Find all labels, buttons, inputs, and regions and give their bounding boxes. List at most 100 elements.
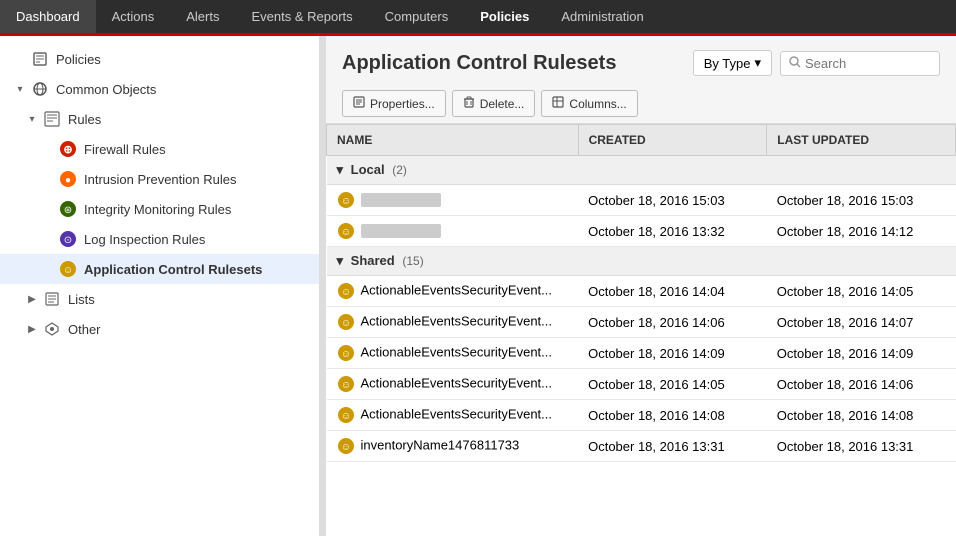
- properties-label: Properties...: [370, 97, 435, 111]
- sidebar-item-lists[interactable]: ▶ Lists: [0, 284, 319, 314]
- sidebar: Policies ▾ Common Objects ▾ Rules ⊕ Fire…: [0, 36, 320, 536]
- sidebar-other-label: Other: [68, 322, 101, 337]
- list-icon: [42, 289, 62, 309]
- table-row[interactable]: ☺inventoryName1476811733 October 18, 2016…: [327, 431, 956, 462]
- svg-text:☺: ☺: [340, 227, 350, 238]
- main-layout: Policies ▾ Common Objects ▾ Rules ⊕ Fire…: [0, 36, 956, 536]
- sidebar-item-common-objects[interactable]: ▾ Common Objects: [0, 74, 319, 104]
- nav-dashboard[interactable]: Dashboard: [0, 0, 96, 33]
- table-wrapper[interactable]: NAME CREATED LAST UPDATED ▾ Local (2) ☺ …: [326, 123, 956, 536]
- by-type-dropdown[interactable]: By Type ▾: [693, 50, 772, 76]
- fw-toggle-spacer: [40, 144, 56, 155]
- svg-text:☺: ☺: [340, 287, 350, 298]
- sidebar-firewall-label: Firewall Rules: [84, 142, 166, 157]
- content-area: Application Control Rulesets By Type ▾: [326, 36, 956, 536]
- nav-administration[interactable]: Administration: [545, 0, 659, 33]
- sidebar-item-rules[interactable]: ▾ Rules: [0, 104, 319, 134]
- cell-last-updated: October 18, 2016 13:31: [767, 431, 956, 462]
- col-name[interactable]: NAME: [327, 125, 579, 156]
- table-row[interactable]: ☺ActionableEventsSecurityEvent...October…: [327, 369, 956, 400]
- cell-created: October 18, 2016 14:05: [578, 369, 767, 400]
- rules-toggle[interactable]: ▾: [24, 114, 40, 125]
- sidebar-item-policies[interactable]: Policies: [0, 44, 319, 74]
- columns-button[interactable]: Columns...: [541, 90, 637, 117]
- cell-created: October 18, 2016 15:03: [578, 185, 767, 216]
- by-type-label: By Type: [704, 56, 751, 71]
- delete-button[interactable]: Delete...: [452, 90, 536, 117]
- log-icon: ⊙: [58, 229, 78, 249]
- ac-toggle-spacer: [40, 264, 56, 275]
- blurred-name: [361, 224, 441, 238]
- col-created[interactable]: CREATED: [578, 125, 767, 156]
- group-row[interactable]: ▾ Shared (15): [327, 247, 956, 276]
- row-name-text: ActionableEventsSecurityEvent...: [361, 344, 553, 359]
- cell-created: October 18, 2016 14:08: [578, 400, 767, 431]
- cell-created: October 18, 2016 14:09: [578, 338, 767, 369]
- cell-last-updated: October 18, 2016 14:12: [767, 216, 956, 247]
- group-name: Local: [351, 162, 385, 177]
- group-row[interactable]: ▾ Local (2): [327, 156, 956, 185]
- table-row[interactable]: ☺ActionableEventsSecurityEvent...October…: [327, 307, 956, 338]
- group-toggle[interactable]: ▾: [337, 253, 344, 268]
- common-objects-toggle[interactable]: ▾: [12, 84, 28, 95]
- sidebar-item-app-control[interactable]: ☺ Application Control Rulesets: [0, 254, 319, 284]
- sidebar-rules-label: Rules: [68, 112, 101, 127]
- sidebar-item-log-inspection[interactable]: ⊙ Log Inspection Rules: [0, 224, 319, 254]
- sidebar-log-label: Log Inspection Rules: [84, 232, 205, 247]
- table-row[interactable]: ☺ October 18, 2016 15:03October 18, 2016…: [327, 185, 956, 216]
- nav-actions[interactable]: Actions: [96, 0, 171, 33]
- cell-name: ☺ActionableEventsSecurityEvent...: [327, 307, 579, 338]
- table-row[interactable]: ☺ActionableEventsSecurityEvent...October…: [327, 338, 956, 369]
- firewall-icon: ⊕: [58, 139, 78, 159]
- row-icon: ☺: [337, 344, 361, 359]
- policy-icon: [30, 49, 50, 69]
- search-input[interactable]: [805, 56, 925, 71]
- lists-toggle[interactable]: ▶: [24, 294, 40, 305]
- svg-text:⊛: ⊛: [64, 205, 72, 216]
- cell-name: ☺ ActionableEventsSecurityEvent...: [327, 400, 579, 431]
- sidebar-item-firewall-rules[interactable]: ⊕ Firewall Rules: [0, 134, 319, 164]
- nav-computers[interactable]: Computers: [369, 0, 465, 33]
- properties-icon: [353, 96, 365, 111]
- sidebar-item-integrity-monitoring[interactable]: ⊛ Integrity Monitoring Rules: [0, 194, 319, 224]
- sidebar-lists-label: Lists: [68, 292, 95, 307]
- sidebar-item-intrusion-prevention[interactable]: ● Intrusion Prevention Rules: [0, 164, 319, 194]
- im-toggle-spacer: [40, 204, 56, 215]
- svg-text:☺: ☺: [63, 265, 73, 276]
- table-row[interactable]: ☺ October 18, 2016 13:32October 18, 2016…: [327, 216, 956, 247]
- delete-icon: [463, 96, 475, 111]
- row-name-text: ActionableEventsSecurityEvent...: [361, 406, 553, 421]
- li-toggle-spacer: [40, 234, 56, 245]
- svg-text:●: ●: [65, 175, 71, 186]
- ip-toggle-spacer: [40, 174, 56, 185]
- cell-created: October 18, 2016 13:31: [578, 431, 767, 462]
- nav-policies[interactable]: Policies: [464, 0, 545, 33]
- cell-name: ☺ActionableEventsSecurityEvent...: [327, 338, 579, 369]
- sidebar-item-other[interactable]: ▶ Other: [0, 314, 319, 344]
- svg-text:⊕: ⊕: [63, 144, 72, 156]
- row-name-text: ActionableEventsSecurityEvent...: [361, 313, 553, 328]
- table-header-row: NAME CREATED LAST UPDATED: [327, 125, 956, 156]
- other-icon: [42, 319, 62, 339]
- properties-button[interactable]: Properties...: [342, 90, 446, 117]
- sidebar-integrity-label: Integrity Monitoring Rules: [84, 202, 231, 217]
- table-row[interactable]: ☺ ActionableEventsSecurityEvent... October…: [327, 400, 956, 431]
- blurred-name: [361, 193, 441, 207]
- row-icon: ☺: [337, 313, 361, 328]
- row-name-text: inventoryName1476811733: [361, 437, 520, 452]
- svg-text:☺: ☺: [340, 411, 350, 422]
- row-name-text: ActionableEventsSecurityEvent...: [361, 375, 553, 390]
- row-icon: ☺: [337, 437, 361, 452]
- delete-label: Delete...: [480, 97, 525, 111]
- group-toggle[interactable]: ▾: [337, 162, 344, 177]
- cell-name: ☺ActionableEventsSecurityEvent...: [327, 369, 579, 400]
- other-toggle[interactable]: ▶: [24, 324, 40, 335]
- row-icon: ☺: [337, 282, 361, 297]
- nav-alerts[interactable]: Alerts: [170, 0, 235, 33]
- group-count: (15): [402, 254, 423, 268]
- nav-events-reports[interactable]: Events & Reports: [235, 0, 368, 33]
- table-row[interactable]: ☺ActionableEventsSecurityEvent...October…: [327, 276, 956, 307]
- row-icon: ☺: [337, 222, 361, 237]
- col-last-updated[interactable]: LAST UPDATED: [767, 125, 956, 156]
- sidebar-common-objects-label: Common Objects: [56, 82, 156, 97]
